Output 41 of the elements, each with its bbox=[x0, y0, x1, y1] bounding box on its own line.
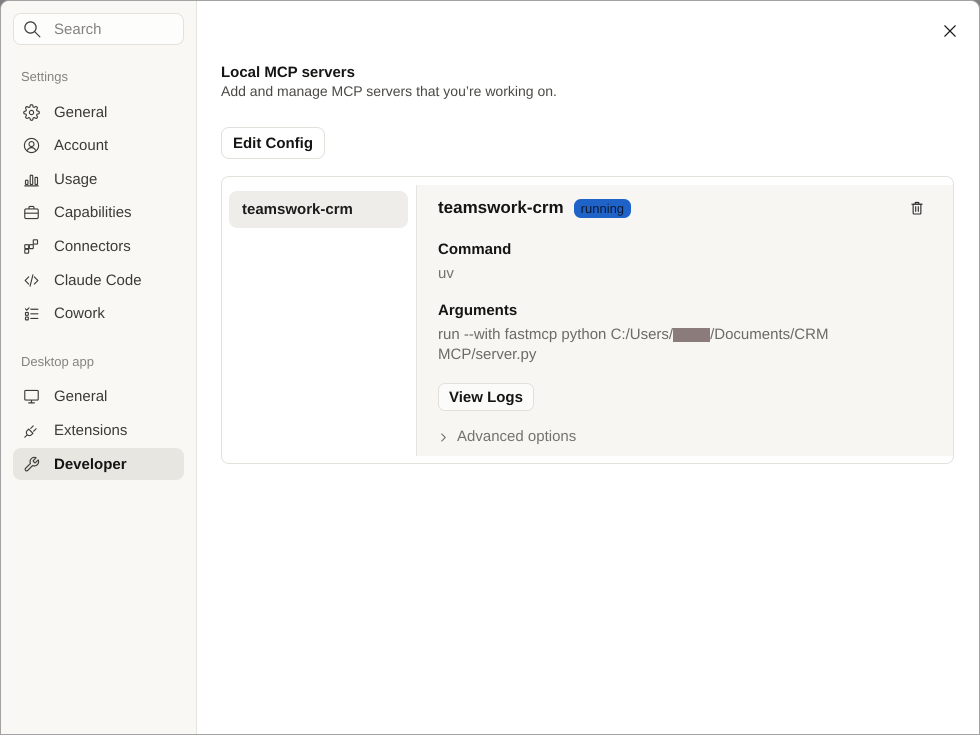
monitor-icon bbox=[23, 388, 40, 406]
squares-icon bbox=[23, 238, 40, 256]
chevron-right-icon bbox=[440, 432, 447, 442]
sidebar-item[interactable]: Usage bbox=[13, 163, 184, 196]
sidebar-item[interactable]: Cowork bbox=[13, 298, 184, 330]
section-heading: Settings bbox=[20, 69, 69, 85]
argument-text: MCP/server.py bbox=[438, 345, 536, 365]
close-icon bbox=[944, 25, 956, 37]
briefcase-icon bbox=[23, 204, 40, 222]
view-logs-button[interactable]: View Logs bbox=[438, 383, 534, 411]
argument-text: run --with fastmcp python C:/Users/ bbox=[438, 325, 674, 345]
section-description: Add and manage MCP servers that you’re working on. bbox=[221, 82, 557, 100]
sidebar-item[interactable]: General bbox=[13, 380, 184, 413]
edit-config-button[interactable]: Edit Config bbox=[221, 127, 325, 159]
redaction-block bbox=[673, 328, 710, 342]
sidebar-item[interactable]: Account bbox=[13, 130, 184, 162]
sidebar-item[interactable]: Extensions bbox=[13, 414, 184, 447]
sidebar-item[interactable]: General bbox=[13, 96, 184, 128]
trash-icon bbox=[911, 201, 923, 215]
command-value: uv bbox=[438, 264, 454, 284]
server-name: teamswork-crm bbox=[438, 198, 564, 218]
delete-button[interactable] bbox=[909, 199, 925, 217]
wrench-icon bbox=[23, 456, 40, 473]
search-field[interactable]: Search bbox=[13, 13, 184, 45]
sidebar-item[interactable]: Capabilities bbox=[13, 196, 184, 229]
sidebar-item[interactable]: Developer bbox=[13, 448, 184, 480]
user-circle-icon bbox=[23, 137, 40, 154]
argument-text: /Documents/CRM bbox=[710, 325, 828, 345]
field-label: Command bbox=[438, 240, 512, 260]
status-badge: running bbox=[574, 198, 632, 218]
server-list-item[interactable]: teamswork-crm bbox=[229, 191, 408, 228]
checklist-icon bbox=[23, 305, 40, 322]
section-heading: Desktop app bbox=[20, 354, 95, 370]
sidebar-item[interactable]: Connectors bbox=[13, 230, 184, 263]
search-icon bbox=[23, 20, 41, 38]
advanced-options-toggle[interactable]: Advanced options bbox=[438, 427, 576, 447]
field-label: Arguments bbox=[438, 301, 518, 321]
sidebar-item[interactable]: Claude Code bbox=[13, 264, 184, 296]
section-title: Local MCP servers bbox=[221, 64, 355, 82]
code-icon bbox=[23, 272, 40, 289]
gear-icon bbox=[23, 104, 40, 120]
